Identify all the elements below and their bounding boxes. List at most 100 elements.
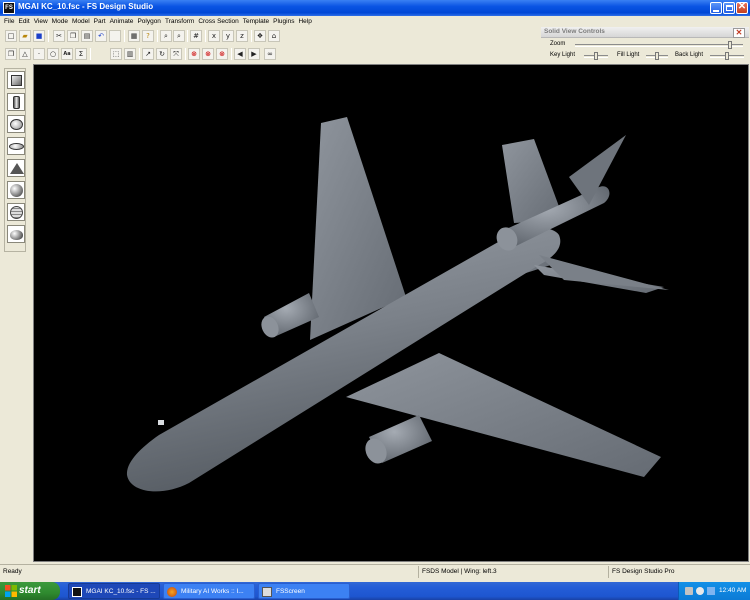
- engine-right: [365, 415, 432, 464]
- volume-icon[interactable]: [696, 587, 704, 595]
- no-move-icon[interactable]: ⊗: [202, 48, 214, 60]
- text-icon[interactable]: Aa: [61, 48, 73, 60]
- hemisphere-icon[interactable]: [7, 225, 25, 243]
- view-3d-icon[interactable]: ❖: [254, 30, 266, 42]
- arrow-icon[interactable]: ↗: [142, 48, 154, 60]
- start-label: start: [19, 585, 41, 596]
- window-title-bar[interactable]: FS MGAI KC_10.fsc - FS Design Studio ✕: [0, 0, 750, 16]
- menu-file[interactable]: File: [0, 16, 16, 27]
- menu-view[interactable]: View: [32, 16, 50, 27]
- cube-icon[interactable]: [7, 71, 25, 89]
- prev-icon[interactable]: ◀: [234, 48, 246, 60]
- close-icon: ✕: [737, 1, 747, 12]
- clock[interactable]: 12:40 AM: [719, 582, 746, 600]
- hatch-icon[interactable]: ▥: [124, 48, 136, 60]
- cut-icon[interactable]: ✂: [53, 30, 65, 42]
- zoom-in-icon[interactable]: ⌕: [160, 30, 172, 42]
- menu-bar: File Edit View Mode Model Part Animate Polygon T…: [0, 16, 540, 27]
- menu-model[interactable]: Model: [70, 16, 92, 27]
- close-button[interactable]: ✕: [736, 2, 748, 14]
- circle-icon[interactable]: ○: [47, 48, 59, 60]
- menu-polygon[interactable]: Polygon: [135, 16, 163, 27]
- solid-view-header[interactable]: Solid View Controls ✕: [541, 27, 749, 38]
- triangle-icon[interactable]: △: [19, 48, 31, 60]
- rotate-icon[interactable]: ↻: [156, 48, 168, 60]
- blank-icon[interactable]: [109, 30, 121, 42]
- menu-plugins[interactable]: Plugins: [271, 16, 296, 27]
- minimize-button[interactable]: [710, 2, 722, 14]
- key-light-slider-thumb[interactable]: [594, 52, 598, 60]
- paste-icon[interactable]: ▤: [81, 30, 93, 42]
- undo-icon[interactable]: ↶: [95, 30, 107, 42]
- menu-animate[interactable]: Animate: [108, 16, 136, 27]
- zoom-label: Zoom: [550, 41, 566, 47]
- maximize-button[interactable]: [723, 2, 735, 14]
- menu-transform[interactable]: Transform: [163, 16, 196, 27]
- tray-app-icon[interactable]: [707, 587, 715, 595]
- zoom-out-icon[interactable]: ⌕: [173, 30, 185, 42]
- cylinder-icon[interactable]: [7, 93, 25, 111]
- copy-icon[interactable]: ❐: [67, 30, 79, 42]
- new-icon[interactable]: □: [5, 30, 17, 42]
- menu-edit[interactable]: Edit: [16, 16, 31, 27]
- taskbar-item-fsscreen[interactable]: FSScreen: [258, 583, 350, 599]
- menu-mode[interactable]: Mode: [50, 16, 70, 27]
- taskbar-item-browser[interactable]: Military AI Works :: I...: [163, 583, 255, 599]
- zoom-slider-thumb[interactable]: [728, 41, 732, 49]
- taskbar-item-fsds[interactable]: MGAI KC_10.fsc - FS ...: [68, 583, 160, 599]
- disc-icon[interactable]: [7, 115, 25, 133]
- toolbar-separator: [90, 48, 91, 60]
- back-light-label: Back Light: [675, 52, 704, 58]
- save-icon[interactable]: ■: [33, 30, 45, 42]
- menu-cross-section[interactable]: Cross Section: [196, 16, 240, 27]
- window-title: MGAI KC_10.fsc - FS Design Studio: [18, 2, 154, 11]
- no-select-icon[interactable]: ⊗: [188, 48, 200, 60]
- app-icon: FS: [3, 2, 15, 14]
- aircraft-model: [126, 117, 669, 492]
- binoculars-icon[interactable]: ∞: [264, 48, 276, 60]
- taskbar-item-label: MGAI KC_10.fsc - FS ...: [86, 588, 156, 595]
- print-icon[interactable]: ▦: [128, 30, 140, 42]
- menu-part[interactable]: Part: [92, 16, 108, 27]
- help-icon[interactable]: ?: [142, 30, 154, 42]
- next-icon[interactable]: ▶: [248, 48, 260, 60]
- back-light-slider-thumb[interactable]: [725, 52, 729, 60]
- key-light-slider[interactable]: [584, 52, 608, 60]
- status-ready: Ready: [3, 568, 22, 575]
- sphere-icon[interactable]: [7, 181, 25, 199]
- point-icon[interactable]: ·: [33, 48, 45, 60]
- taskbar: start MGAI KC_10.fsc - FS ... Military A…: [0, 582, 750, 600]
- zoom-slider[interactable]: [575, 41, 743, 49]
- sigma-icon[interactable]: Σ: [75, 48, 87, 60]
- select-box-icon[interactable]: ⬚: [110, 48, 122, 60]
- scale-icon[interactable]: ⤧: [170, 48, 182, 60]
- view-box-icon[interactable]: ⌂: [268, 30, 280, 42]
- windows-flag-icon: [5, 585, 17, 597]
- toolbar-separator: [185, 48, 186, 60]
- fsscreen-icon: [262, 587, 272, 597]
- status-app-name: FS Design Studio Pro: [608, 566, 750, 578]
- fill-light-label: Fill Light: [617, 52, 640, 58]
- 3d-viewport[interactable]: [33, 64, 749, 562]
- toolbar-separator: [251, 30, 252, 42]
- sphere-mesh-icon[interactable]: [7, 203, 25, 221]
- solid-view-close-button[interactable]: ✕: [733, 28, 745, 38]
- menu-help[interactable]: Help: [296, 16, 313, 27]
- fill-light-slider-thumb[interactable]: [655, 52, 659, 60]
- axis-y-icon[interactable]: y: [222, 30, 234, 42]
- grid-icon[interactable]: #: [190, 30, 202, 42]
- ellipse-icon[interactable]: [7, 137, 25, 155]
- axis-x-icon[interactable]: x: [208, 30, 220, 42]
- network-icon[interactable]: [685, 587, 693, 595]
- edit-toolbar: ❐ △ · ○ Aa Σ ⬚ ▥ ↗ ↻ ⤧ ⊗ ⊗ ⊗ ◀ ▶ ∞: [0, 46, 285, 62]
- start-button[interactable]: start: [0, 582, 60, 600]
- toolbar-separator: [205, 30, 206, 42]
- axis-z-icon[interactable]: z: [236, 30, 248, 42]
- back-light-slider[interactable]: [710, 52, 744, 60]
- cone-icon[interactable]: [7, 159, 25, 177]
- open-icon[interactable]: ▰: [19, 30, 31, 42]
- no-edit-icon[interactable]: ⊗: [216, 48, 228, 60]
- fill-light-slider[interactable]: [646, 52, 668, 60]
- copy-part-icon[interactable]: ❐: [5, 48, 17, 60]
- menu-template[interactable]: Template: [241, 16, 271, 27]
